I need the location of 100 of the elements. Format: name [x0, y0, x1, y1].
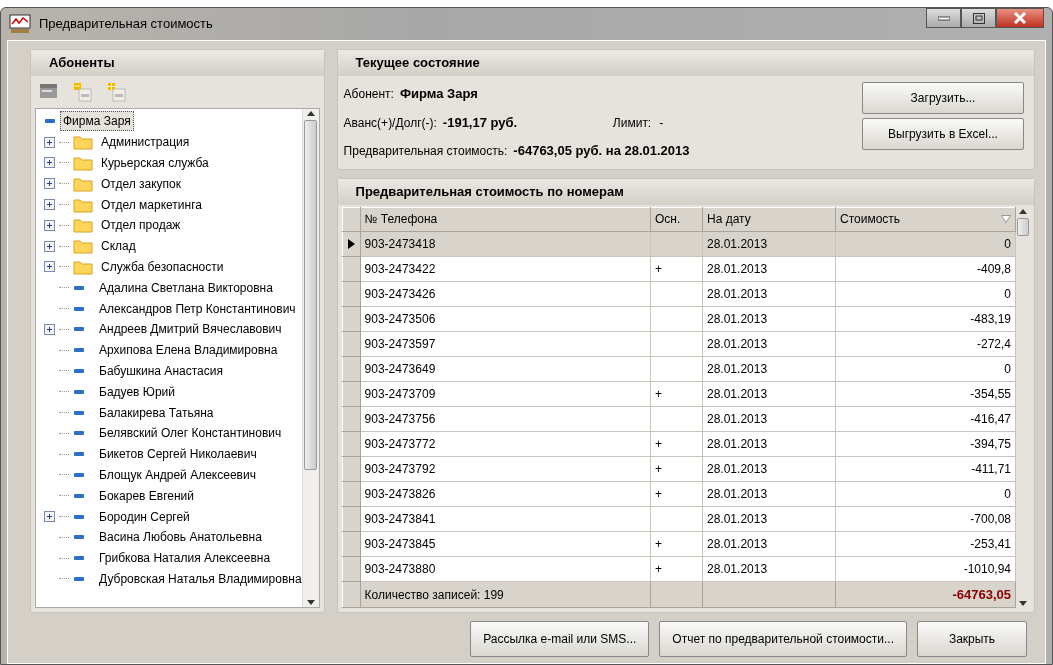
tree-item[interactable]: Фирма Заря [60, 111, 134, 132]
table-cell: 903-2473880 [360, 556, 651, 582]
table-cell: 903-2473426 [360, 281, 651, 307]
scroll-thumb[interactable] [304, 120, 318, 470]
action-button[interactable]: Рассылка e-mail или SMS... [470, 621, 650, 657]
expand-button[interactable] [44, 261, 55, 273]
expand-button[interactable] [44, 240, 55, 252]
field-value: -191,17 руб. [442, 113, 519, 132]
scroll-thumb[interactable] [1017, 217, 1029, 236]
table-cell: 903-2473826 [360, 481, 651, 507]
table-cell: 903-2473597 [360, 331, 651, 357]
action-button[interactable]: Загрузить... [862, 82, 1024, 114]
expand-button[interactable] [44, 157, 55, 169]
table-cell: 28.01.2013 [702, 281, 836, 307]
tree-item[interactable]: Блощук Андрей Алексеевич [99, 465, 256, 484]
maximize-button[interactable] [961, 8, 996, 28]
row-pointer-icon [346, 237, 357, 250]
table-cell: -1010,94 [835, 556, 1016, 582]
tree-item[interactable]: Бородин Сергей [99, 507, 190, 526]
expand-button[interactable] [44, 323, 55, 335]
expand-button[interactable] [44, 178, 55, 190]
tree-item[interactable]: Александров Петр Константинович [99, 299, 296, 318]
tree-item[interactable]: Архипова Елена Владимировна [99, 341, 278, 360]
table-cell: 903-2473772 [360, 431, 651, 457]
tree-item[interactable]: Бикетов Сергей Николаевич [99, 445, 257, 464]
plus-icon [44, 178, 55, 190]
field-label: Абонент: [343, 86, 394, 103]
tree-item[interactable]: Склад [101, 237, 136, 256]
table-cell: 903-2473418 [360, 231, 651, 257]
scroll-up-icon[interactable] [306, 111, 315, 116]
tree-item[interactable]: Служба безопасности [101, 257, 224, 276]
close-button[interactable] [996, 8, 1044, 28]
expand-button[interactable] [44, 136, 55, 148]
minimize-icon [937, 15, 950, 21]
tree-item[interactable]: Отдел маркетинга [101, 195, 202, 214]
table-cell: 903-2473756 [360, 406, 651, 432]
tree-item[interactable]: Отдел продаж [101, 216, 181, 235]
table-cell: 0 [835, 481, 1016, 507]
table-cell: 28.01.2013 [702, 406, 836, 432]
tree-item[interactable]: Балакирева Татьяна [99, 403, 214, 422]
total-value: -64763,05 [835, 581, 1016, 608]
tree-item[interactable]: Васина Любовь Анатольевна [99, 528, 262, 547]
sort-icon [1001, 215, 1011, 223]
column-header[interactable]: Стоимость [835, 207, 1016, 231]
field-value: - [659, 114, 664, 132]
table-cell: -700,08 [835, 506, 1016, 532]
expand-button[interactable] [44, 219, 55, 231]
plus-icon [44, 219, 55, 231]
dash-icon [73, 326, 85, 333]
folder-icon [73, 175, 93, 192]
folder-icon [73, 196, 93, 213]
scrollbar[interactable] [301, 109, 319, 607]
row-header[interactable] [342, 231, 361, 257]
sort-az-icon[interactable] [73, 82, 93, 102]
tree-item[interactable]: Грибкова Наталия Алексеевна [99, 549, 271, 568]
action-button[interactable]: Отчет по предварительной стоимости... [659, 621, 907, 657]
close-icon [1013, 12, 1027, 24]
scroll-down-icon[interactable] [1019, 601, 1027, 606]
table-cell: 903-2473422 [360, 256, 651, 282]
dash-icon [73, 451, 85, 458]
tree-item[interactable]: Дубровская Наталья Владимировна [99, 569, 302, 588]
table-cell: 28.01.2013 [702, 506, 836, 532]
panel-title: Абоненты [31, 50, 324, 76]
table-cell: 28.01.2013 [702, 256, 836, 282]
table-cell: 903-2473841 [360, 506, 651, 532]
tree-item[interactable]: Андреев Дмитрий Вячеславович [99, 320, 282, 339]
table-cell: -409,8 [835, 256, 1016, 282]
scroll-up-icon[interactable] [1019, 208, 1027, 214]
record-count: Количество записей: 199 [360, 581, 651, 608]
tree-item[interactable]: Курьерская служба [101, 154, 209, 172]
minimize-button[interactable] [926, 8, 961, 28]
table-cell: -354,55 [835, 381, 1016, 407]
expand-button[interactable] [44, 199, 55, 211]
tree-item[interactable]: Администрация [101, 133, 190, 152]
action-button[interactable]: Закрыть [917, 621, 1027, 657]
tree-item[interactable]: Адалина Светлана Викторовна [99, 278, 273, 297]
table-cell: 903-2473506 [360, 306, 651, 332]
sort-az-grid-icon[interactable] [107, 82, 127, 102]
dash-icon [73, 513, 85, 520]
action-button[interactable]: Выгрузить в Excel... [862, 118, 1024, 150]
table-cell: 28.01.2013 [702, 556, 836, 582]
panel-title: Текущее состояние [337, 50, 1034, 76]
expand-button[interactable] [44, 511, 55, 523]
tree-item[interactable]: Отдел закупок [101, 174, 182, 193]
tree-item[interactable]: Белявский Олег Константинович [99, 424, 282, 443]
tree-item[interactable]: Бадуев Юрий [99, 382, 175, 401]
field-label: Предварительная стоимость: [343, 143, 508, 160]
plus-icon [44, 240, 55, 252]
column-header[interactable]: Осн. [650, 207, 703, 231]
table-cell: -272,4 [835, 331, 1016, 357]
scroll-down-icon[interactable] [306, 600, 315, 605]
dash-icon [73, 305, 85, 312]
column-header[interactable]: На дату [702, 207, 836, 231]
table-cell: -416,47 [835, 406, 1016, 432]
window-icon[interactable] [39, 82, 59, 100]
dash-icon [73, 284, 85, 291]
tree-item[interactable]: Бокарев Евгений [99, 486, 194, 505]
column-header[interactable]: № Телефона [360, 207, 651, 231]
tree-item[interactable]: Бабушкина Анастасия [99, 361, 223, 380]
table-cell: 0 [835, 356, 1016, 382]
